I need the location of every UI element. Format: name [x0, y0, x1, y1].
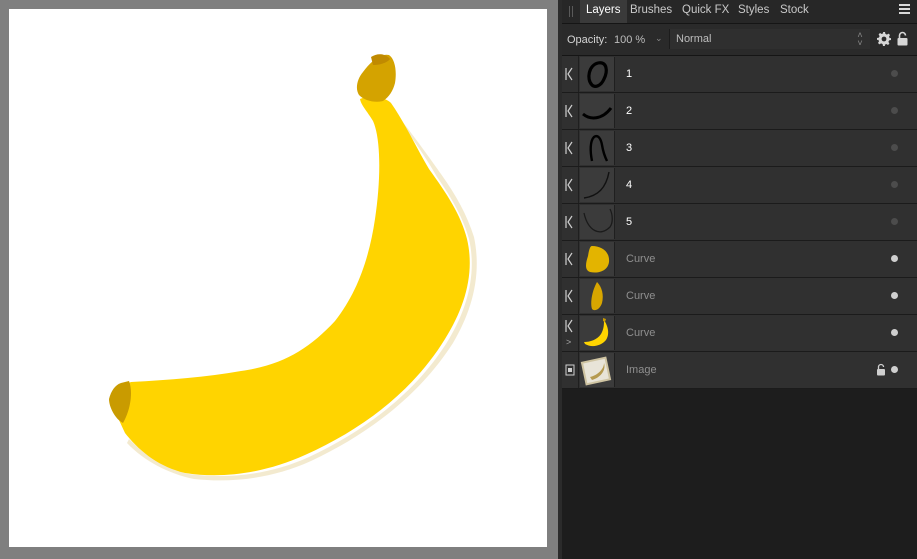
tab-styles[interactable]: Styles — [732, 0, 775, 23]
visibility-toggle[interactable] — [891, 329, 898, 336]
layer-thumbnail — [580, 168, 615, 202]
lock-icon[interactable] — [876, 363, 886, 376]
layer-thumbnail — [580, 353, 615, 387]
opacity-label: Opacity: — [567, 34, 608, 46]
gear-icon[interactable] — [877, 32, 891, 46]
visibility-toggle[interactable] — [891, 292, 898, 299]
layer-name: 1 — [626, 68, 633, 80]
blend-mode-select[interactable]: Normal ˄ ˅ — [669, 29, 870, 49]
layer-row[interactable]: Curve — [562, 241, 917, 278]
layer-name: Curve — [626, 253, 656, 265]
lock-icon[interactable] — [897, 31, 908, 46]
layer-row[interactable]: 1 — [562, 56, 917, 93]
tab-brushes[interactable]: Brushes — [624, 0, 678, 23]
layer-row[interactable]: 2 — [562, 93, 917, 130]
visibility-toggle[interactable] — [891, 144, 898, 151]
layer-row[interactable]: Image — [562, 352, 917, 389]
layer-thumbnail — [580, 279, 615, 313]
visibility-toggle[interactable] — [891, 255, 898, 262]
visibility-toggle[interactable] — [891, 218, 898, 225]
canvas-area[interactable] — [0, 0, 558, 559]
layer-options-bar: Opacity: 100 % ⌄ Normal ˄ ˅ — [562, 24, 917, 56]
layer-thumbnail — [580, 316, 615, 350]
layer-name: Curve — [626, 327, 656, 339]
layer-vector-icon — [562, 278, 579, 314]
banana-artwork[interactable] — [9, 9, 547, 547]
layer-name: 5 — [626, 216, 633, 228]
layer-thumbnail — [580, 131, 615, 165]
layer-vector-icon — [562, 167, 579, 203]
opacity-input[interactable]: 100 % — [614, 34, 645, 46]
layer-row[interactable]: 4 — [562, 167, 917, 204]
chevron-down-icon[interactable]: ⌄ — [655, 33, 663, 44]
visibility-toggle[interactable] — [891, 366, 898, 373]
layer-row[interactable]: 3 — [562, 130, 917, 167]
expand-chevron-icon[interactable]: > — [566, 337, 571, 347]
tab-stock[interactable]: Stock — [774, 0, 815, 23]
layer-list: 1 2 3 4 5 Curve Curve > Curve Image — [562, 56, 917, 389]
layer-name: Image — [626, 364, 657, 376]
layer-vector-icon — [562, 56, 579, 92]
document-canvas[interactable] — [9, 9, 547, 547]
banana-body — [112, 96, 470, 476]
layer-vector-icon — [562, 204, 579, 240]
panel-grip-icon[interactable] — [569, 6, 574, 17]
visibility-toggle[interactable] — [891, 70, 898, 77]
layer-thumbnail — [580, 57, 615, 91]
hamburger-menu-icon[interactable] — [899, 3, 911, 15]
visibility-toggle[interactable] — [891, 181, 898, 188]
layers-panel: Layers Brushes Quick FX Styles Stock Opa… — [562, 0, 917, 559]
layer-row[interactable]: Curve — [562, 278, 917, 315]
layer-vector-icon — [562, 93, 579, 129]
updown-arrows-icon: ˄ ˅ — [857, 30, 863, 48]
visibility-toggle[interactable] — [891, 107, 898, 114]
layer-vector-icon: > — [562, 315, 579, 351]
tab-quick-fx[interactable]: Quick FX — [676, 0, 735, 23]
layer-thumbnail — [580, 94, 615, 128]
layer-name: Curve — [626, 290, 656, 302]
layer-name: 3 — [626, 142, 633, 154]
layer-thumbnail — [580, 242, 615, 276]
layer-vector-icon — [562, 130, 579, 166]
layer-name: 2 — [626, 105, 633, 117]
panel-tab-bar: Layers Brushes Quick FX Styles Stock — [562, 0, 917, 24]
layer-row[interactable]: > Curve — [562, 315, 917, 352]
pixel-layer-icon — [562, 352, 579, 388]
layer-vector-icon — [562, 241, 579, 277]
tab-layers[interactable]: Layers — [580, 0, 627, 23]
layer-name: 4 — [626, 179, 633, 191]
layer-row[interactable]: 5 — [562, 204, 917, 241]
layer-thumbnail — [580, 205, 615, 239]
blend-mode-value: Normal — [676, 33, 712, 45]
